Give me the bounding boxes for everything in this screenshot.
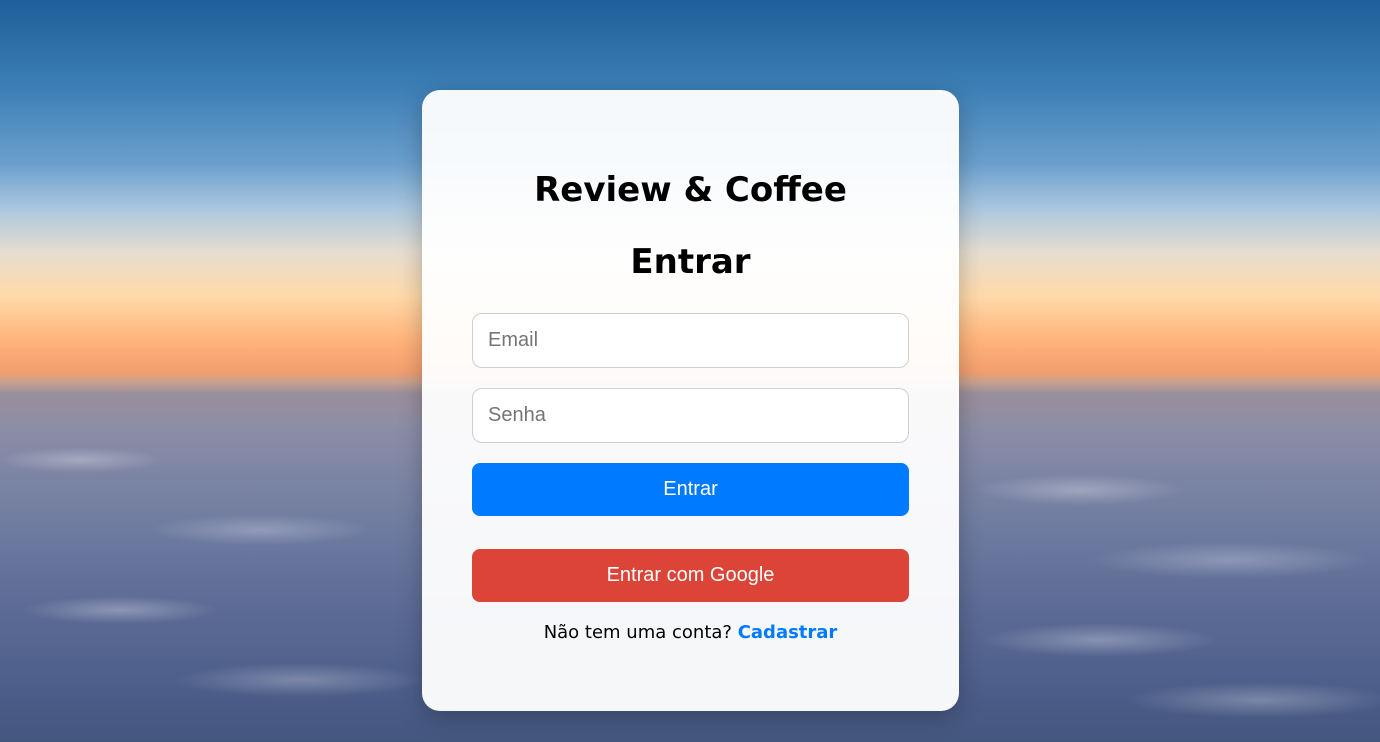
signup-prompt-text: Não tem uma conta?: [543, 622, 732, 643]
signup-link[interactable]: Cadastrar: [738, 622, 838, 643]
brand-title: Review & Coffee: [534, 170, 847, 210]
google-login-button[interactable]: Entrar com Google: [472, 549, 909, 602]
login-button[interactable]: Entrar: [472, 463, 909, 516]
page-title: Entrar: [630, 242, 751, 282]
password-input[interactable]: [472, 388, 909, 443]
login-card: Review & Coffee Entrar Entrar Entrar com…: [422, 90, 959, 711]
email-input[interactable]: [472, 313, 909, 368]
signup-prompt: Não tem uma conta? Cadastrar: [422, 622, 959, 643]
